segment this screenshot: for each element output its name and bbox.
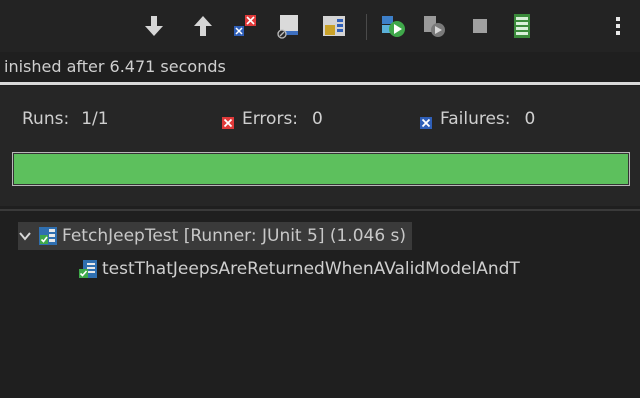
test-tree: FetchJeepTest [Runner: JUnit 5] (1.046 s… [0,212,640,398]
test-run-history-button[interactable] [508,12,536,40]
tree-suite-row[interactable]: FetchJeepTest [Runner: JUnit 5] (1.046 s… [18,222,413,250]
suite-label: FetchJeepTest [Runner: JUnit 5] (1.046 s… [62,226,407,246]
errors-counter: Errors: 0 [222,108,323,130]
errors-label: Errors: [242,109,299,129]
history-icon [514,14,530,38]
toolbar-separator [366,14,367,40]
next-failure-button[interactable] [140,12,168,40]
stop-button[interactable] [466,12,494,40]
show-failures-only-button[interactable] [230,12,258,40]
scroll-lock-icon [277,15,298,39]
counters-panel: Runs: 1/1 Errors: 0 Failures: 0 [0,86,640,206]
stop-icon [473,19,487,33]
status-message: inished after 6.471 seconds [4,57,226,76]
tree-test-row[interactable]: testThatJeepsAreReturnedWhenAValidModelA… [78,255,520,283]
rerun-failures-first-icon [424,16,445,37]
scroll-lock-button[interactable] [275,12,303,40]
rerun-failures-first-button[interactable] [420,12,448,40]
progress-bar-fill [14,154,628,184]
test-passed-icon [78,259,98,279]
arrow-up-icon [194,16,212,36]
test-suite-passed-icon [38,226,58,246]
rerun-test-button[interactable] [379,12,407,40]
skipped-tests-icon [323,16,345,36]
failures-counter: Failures: 0 [420,108,535,130]
view-menu-button[interactable] [604,12,632,40]
runs-value: 1/1 [81,109,109,129]
failures-value: 0 [524,109,536,129]
previous-failure-button[interactable] [189,12,217,40]
failures-label: Failures: [440,109,511,129]
runs-counter: Runs: 1/1 [22,108,109,130]
error-icon [222,113,234,129]
junit-view: inished after 6.471 seconds Runs: 1/1 Er… [0,0,640,398]
runs-label: Runs: [22,109,70,129]
failure-icon [420,113,432,129]
rerun-icon [382,16,405,37]
progress-bar [12,152,630,186]
failures-only-icon [234,15,256,36]
arrow-down-icon [145,16,163,36]
errors-value: 0 [312,109,323,129]
status-divider [0,82,640,85]
test-label: testThatJeepsAreReturnedWhenAValidModelA… [102,259,520,279]
tree-divider [0,209,640,211]
chevron-down-icon[interactable] [18,229,32,243]
junit-toolbar [0,0,640,52]
show-skipped-button[interactable] [320,12,348,40]
kebab-menu-icon [616,17,620,35]
